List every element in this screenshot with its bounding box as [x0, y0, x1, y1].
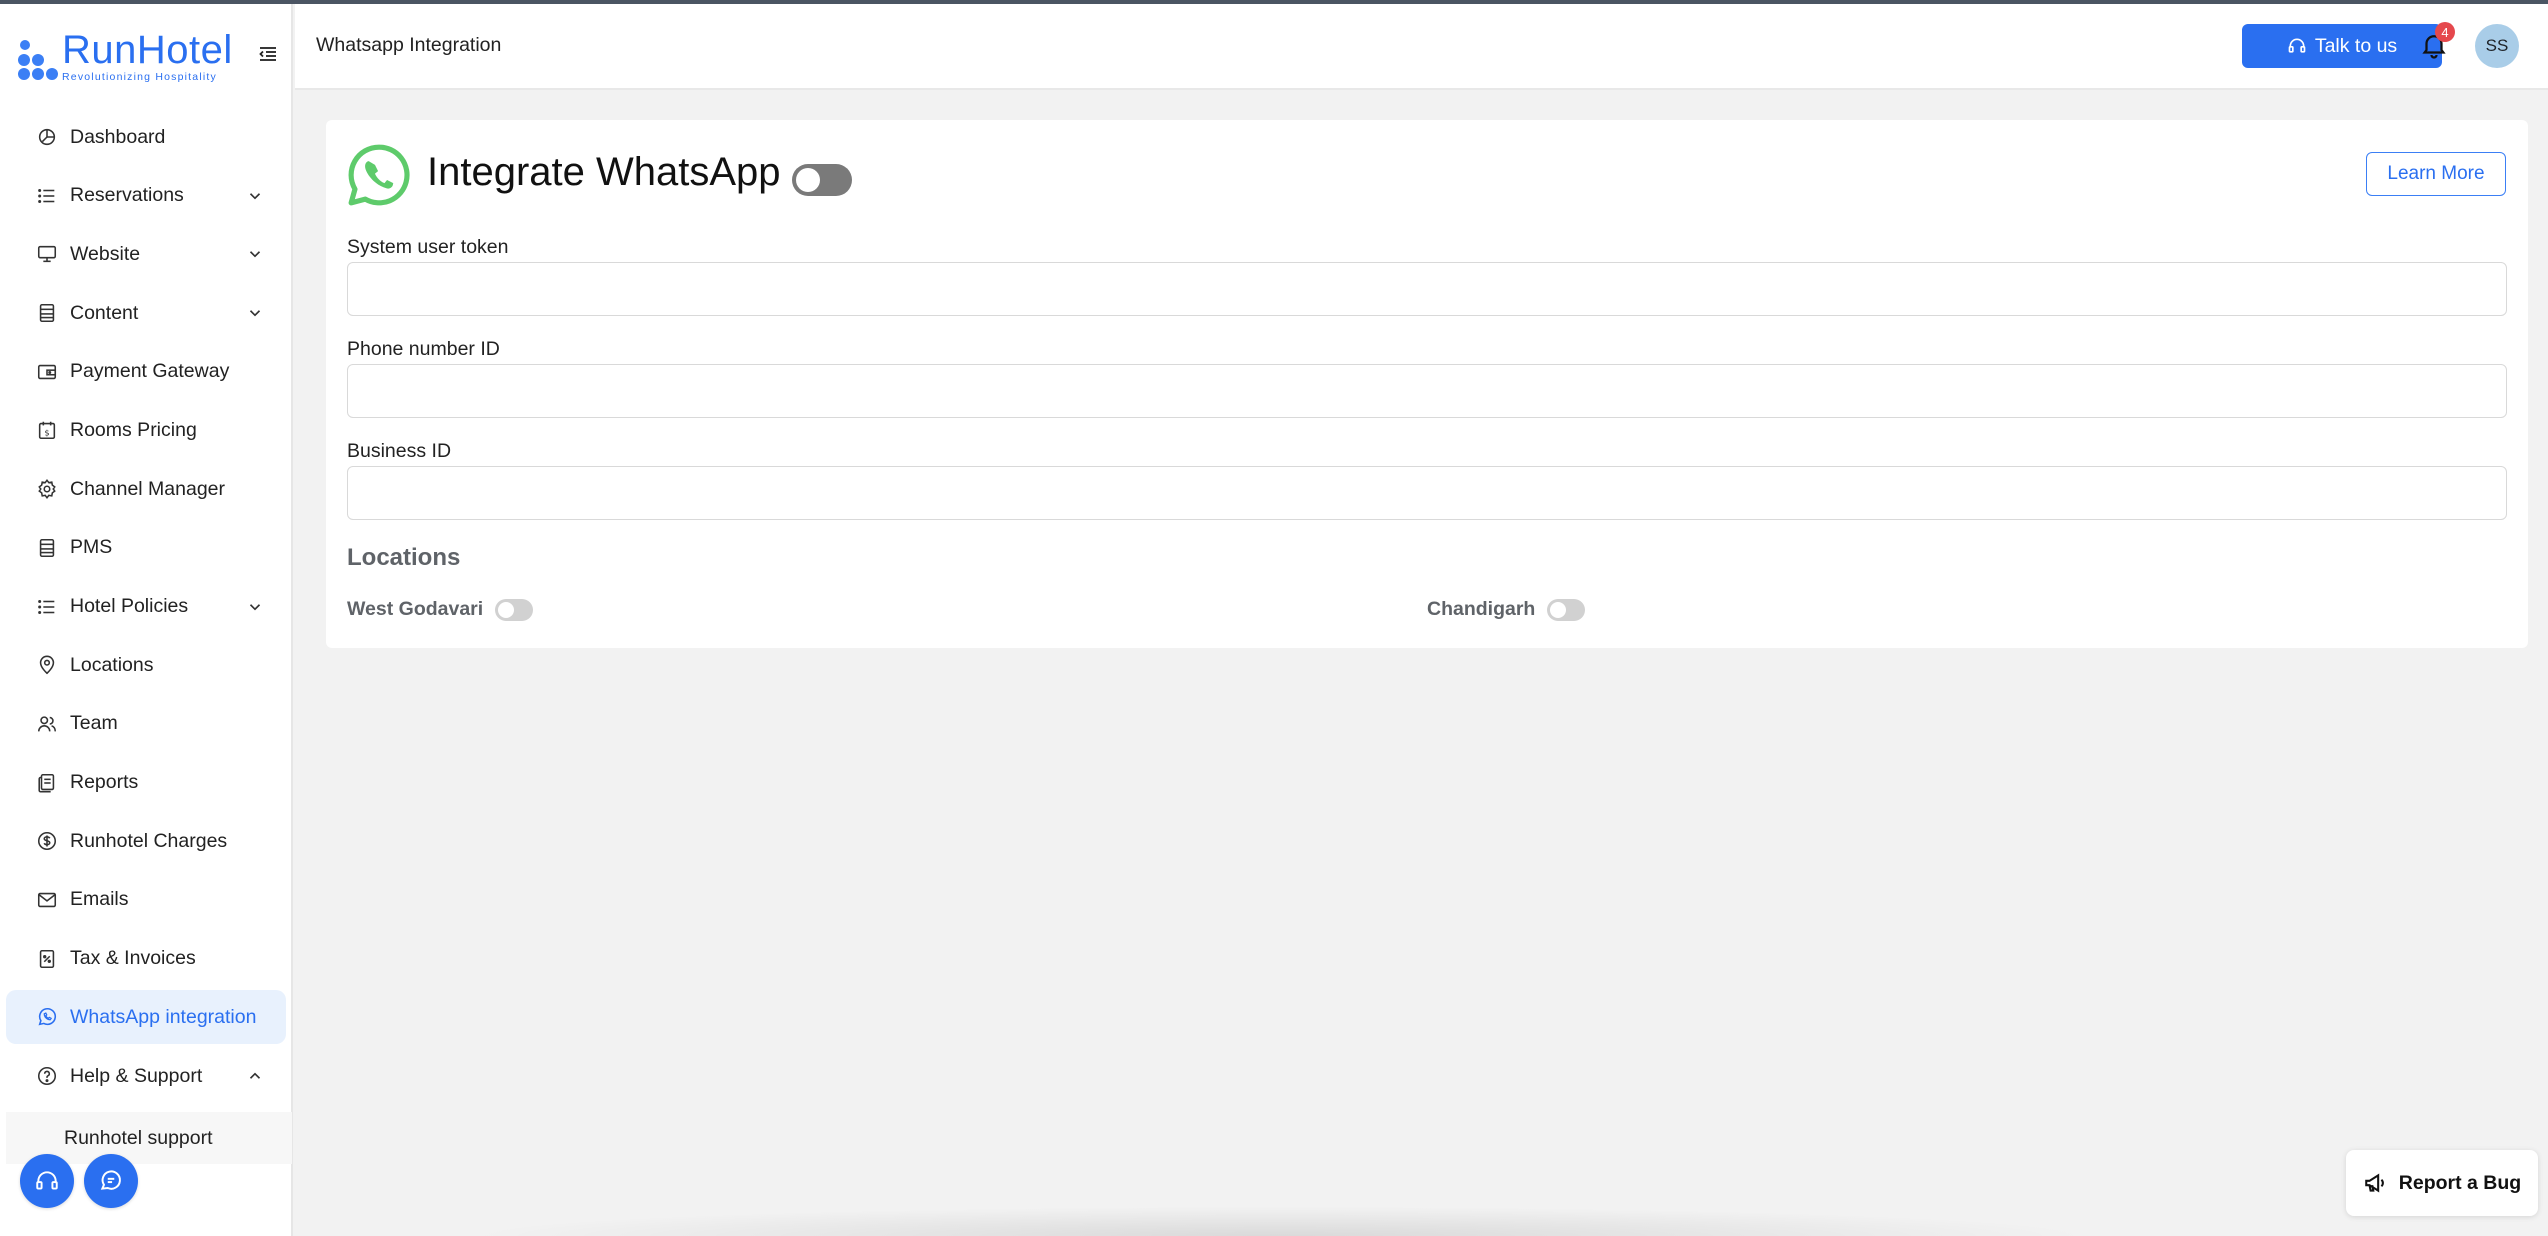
sidebar-item-help-support[interactable]: Help & Support — [6, 1049, 286, 1103]
sidebar-item-label: Reports — [70, 771, 139, 794]
sidebar-item-reports[interactable]: Reports — [6, 756, 286, 810]
whatsapp-icon — [38, 1008, 57, 1026]
learn-more-button[interactable]: Learn More — [2366, 152, 2506, 196]
sidebar-item-runhotel-charges[interactable]: Runhotel Charges — [6, 814, 286, 868]
sidebar-item-payment-gateway[interactable]: Payment Gateway — [6, 345, 286, 399]
sidebar-item-label: WhatsApp integration — [70, 1005, 257, 1028]
sidebar-item-label: Emails — [70, 888, 129, 911]
list-icon — [38, 599, 55, 614]
phone-number-id-input[interactable] — [347, 364, 2507, 418]
user-avatar[interactable]: SS — [2475, 24, 2519, 68]
report-bug-label: Report a Bug — [2398, 1171, 2522, 1194]
location-chandigarh: Chandigarh — [1427, 598, 1586, 621]
collapse-sidebar-icon[interactable] — [256, 42, 280, 66]
brand-name: RunHotel — [62, 28, 233, 72]
location-name: West Godavari — [347, 598, 484, 620]
sidebar-item-emails[interactable]: Emails — [6, 873, 286, 927]
sidebar-item-content[interactable]: Content — [6, 286, 286, 340]
notification-count-badge: 4 — [2435, 22, 2455, 42]
system-user-token-label: System user token — [347, 236, 509, 258]
integration-toggle[interactable] — [792, 164, 852, 196]
document-icon — [39, 304, 55, 323]
sidebar-item-label: Payment Gateway — [70, 360, 230, 383]
chevron-up-icon — [249, 1072, 261, 1079]
document-icon — [39, 538, 55, 557]
sidebar-item-label: Reservations — [70, 184, 184, 207]
sidebar-item-rooms-pricing[interactable]: $ Rooms Pricing — [6, 403, 286, 457]
sidebar-item-label: Channel Manager — [70, 477, 226, 500]
svg-text:$: $ — [44, 428, 49, 438]
location-west-godavari: West Godavari — [347, 598, 534, 621]
dollar-icon — [37, 832, 57, 851]
page-title: Whatsapp Integration — [316, 34, 502, 56]
sidebar-item-team[interactable]: Team — [6, 697, 286, 751]
sidebar-item-reservations[interactable]: Reservations — [6, 169, 286, 223]
sidebar-item-website[interactable]: Website — [6, 227, 286, 281]
brand-tagline: Revolutionizing Hospitality — [62, 71, 217, 83]
location-toggle-chandigarh[interactable] — [1547, 598, 1586, 621]
sidebar-item-whatsapp-integration[interactable]: WhatsApp integration — [6, 990, 286, 1045]
chevron-down-icon — [249, 310, 261, 317]
monitor-icon — [37, 246, 57, 263]
sidebar-item-label: Website — [70, 242, 141, 265]
sidebar-item-label: Tax & Invoices — [70, 947, 196, 970]
whatsapp-integration-card: Integrate WhatsApp Learn More System use… — [326, 120, 2528, 648]
wallet-icon — [37, 364, 57, 379]
sidebar-item-label: Content — [70, 301, 139, 324]
sidebar-item-hotel-policies[interactable]: Hotel Policies — [6, 580, 286, 634]
sidebar-item-dashboard[interactable]: Dashboard — [6, 110, 286, 164]
team-icon — [37, 716, 57, 732]
sidebar-item-locations[interactable]: Locations — [6, 638, 286, 692]
sidebar-item-label: Help & Support — [70, 1064, 203, 1087]
sidebar-item-label: PMS — [70, 536, 113, 559]
report-bug-button[interactable]: Report a Bug — [2346, 1150, 2538, 1216]
megaphone-icon — [2365, 1173, 2384, 1193]
sidebar-nav: Dashboard Reservations Website Content P… — [6, 110, 286, 1108]
brand-logo[interactable]: RunHotel Revolutionizing Hospitality — [18, 30, 233, 83]
reports-icon — [38, 773, 55, 793]
sidebar-item-label: Dashboard — [70, 125, 166, 148]
notifications-button[interactable]: 4 — [2417, 22, 2457, 66]
gear-icon — [38, 479, 56, 500]
sidebar-item-tax-invoices[interactable]: Tax & Invoices — [6, 932, 286, 986]
system-user-token-input[interactable] — [347, 262, 2507, 316]
bottom-shadow — [460, 1206, 2100, 1236]
location-pin-icon — [39, 655, 55, 675]
sidebar-item-label: Rooms Pricing — [70, 418, 197, 441]
mail-icon — [37, 892, 57, 908]
phone-number-id-label: Phone number ID — [347, 338, 500, 360]
sidebar-item-label: Team — [70, 712, 118, 735]
business-id-input[interactable] — [347, 466, 2507, 520]
sidebar-subitem-label: Runhotel support — [64, 1126, 213, 1149]
sidebar: RunHotel Revolutionizing Hospitality Das… — [0, 4, 293, 1236]
talk-to-us-button[interactable]: Talk to us — [2242, 24, 2442, 68]
top-header: Whatsapp Integration Talk to us 4 SS — [295, 4, 2548, 90]
chevron-down-icon — [249, 251, 261, 258]
talk-to-us-label: Talk to us — [2314, 34, 2398, 57]
integrate-whatsapp-title: Integrate WhatsApp — [427, 150, 781, 194]
brand-dots-icon — [18, 34, 58, 81]
help-icon — [37, 1066, 57, 1086]
sidebar-item-label: Runhotel Charges — [70, 829, 228, 852]
dashboard-icon — [38, 128, 56, 146]
sidebar-item-label: Locations — [70, 653, 154, 676]
chat-button[interactable] — [84, 1154, 138, 1208]
headset-icon — [36, 1171, 58, 1190]
list-icon — [38, 188, 55, 203]
chevron-down-icon — [249, 192, 261, 200]
sidebar-item-channel-manager[interactable]: Channel Manager — [6, 462, 286, 516]
chat-bubble-icon — [100, 1170, 121, 1190]
location-toggle-west-godavari[interactable] — [495, 598, 534, 621]
invoice-icon — [39, 949, 55, 968]
sidebar-item-label: Hotel Policies — [70, 595, 189, 617]
headset-icon — [2288, 38, 2306, 53]
sidebar-item-pms[interactable]: PMS — [6, 521, 286, 575]
business-id-label: Business ID — [347, 440, 452, 462]
price-calendar-icon: $ — [38, 422, 56, 440]
chevron-down-icon — [249, 603, 261, 610]
locations-title: Locations — [347, 544, 461, 571]
support-headset-button[interactable] — [20, 1154, 74, 1208]
location-name: Chandigarh — [1427, 598, 1536, 620]
whatsapp-logo-icon — [348, 144, 410, 206]
